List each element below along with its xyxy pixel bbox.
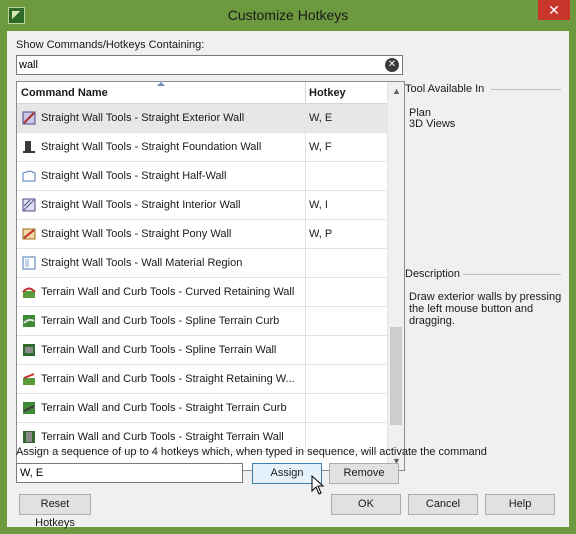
scroll-thumb[interactable] [390, 327, 402, 425]
command-name-cell: Terrain Wall and Curb Tools - Spline Ter… [41, 315, 280, 327]
column-header-hotkey[interactable]: Hotkey [309, 87, 346, 99]
table-row[interactable]: Straight Wall Tools - Straight Interior … [17, 191, 387, 220]
search-box[interactable]: ✕ [16, 55, 403, 75]
search-label: Show Commands/Hotkeys Containing: [16, 39, 205, 51]
column-divider [305, 307, 306, 336]
table-row[interactable]: Straight Wall Tools - Straight Pony Wall… [17, 220, 387, 249]
table-row[interactable]: Terrain Wall and Curb Tools - Spline Ter… [17, 336, 387, 365]
table-row[interactable]: Terrain Wall and Curb Tools - Spline Ter… [17, 307, 387, 336]
sort-ascending-icon [157, 82, 165, 86]
command-name-cell: Terrain Wall and Curb Tools - Straight T… [41, 402, 287, 414]
column-divider [305, 104, 306, 133]
assign-instruction: Assign a sequence of up to 4 hotkeys whi… [16, 446, 487, 458]
column-divider [305, 162, 306, 191]
column-divider [305, 191, 306, 220]
command-name-cell: Terrain Wall and Curb Tools - Straight R… [41, 373, 295, 385]
command-name-cell: Straight Wall Tools - Straight Foundatio… [41, 141, 262, 153]
tool-available-header: Tool Available In [405, 83, 485, 95]
pony-wall-icon [22, 228, 36, 240]
help-button[interactable]: Help [485, 494, 555, 515]
column-divider [305, 220, 306, 249]
table-row[interactable]: Straight Wall Tools - Straight Exterior … [17, 104, 387, 133]
straight-terrain-wall-icon [23, 431, 35, 443]
command-name-cell: Straight Wall Tools - Straight Half-Wall [41, 170, 227, 182]
column-header-command-name[interactable]: Command Name [21, 87, 108, 99]
command-name-cell: Straight Wall Tools - Straight Interior … [41, 199, 241, 211]
exterior-wall-icon [22, 111, 36, 125]
command-name-cell: Terrain Wall and Curb Tools - Spline Ter… [41, 344, 277, 356]
straight-terrain-curb-icon [23, 402, 35, 414]
column-divider [305, 394, 306, 423]
table-row[interactable]: Straight Wall Tools - Straight Half-Wall [17, 162, 387, 191]
hotkey-cell: W, P [309, 228, 333, 240]
straight-retaining-wall-icon [23, 373, 35, 385]
description-text-line: dragging. [409, 315, 455, 327]
table-row[interactable]: Terrain Wall and Curb Tools - Curved Ret… [17, 278, 387, 307]
divider-line [491, 89, 561, 90]
table-header: Command Name Hotkey [17, 82, 387, 104]
search-input[interactable] [19, 57, 379, 73]
wall-material-region-icon [22, 256, 36, 270]
remove-button[interactable]: Remove [329, 463, 399, 484]
foundation-wall-icon [23, 141, 35, 153]
curved-retaining-wall-icon [22, 287, 36, 298]
column-divider[interactable] [305, 82, 306, 104]
close-button[interactable]: ✕ [538, 0, 570, 20]
reset-hotkeys-button[interactable]: Reset Hotkeys [19, 494, 91, 529]
command-name-cell: Terrain Wall and Curb Tools - Straight T… [41, 431, 284, 443]
tool-available-3d-views: 3D Views [409, 118, 456, 130]
table-rows: Straight Wall Tools - Straight Exterior … [17, 104, 387, 452]
column-divider [305, 365, 306, 394]
description-header: Description [405, 268, 461, 280]
hotkey-cell: W, F [309, 141, 332, 153]
table-row[interactable]: Straight Wall Tools - Straight Foundatio… [17, 133, 387, 162]
column-divider [305, 336, 306, 365]
scroll-up-arrow-icon[interactable]: ▲ [392, 86, 401, 96]
column-divider [305, 278, 306, 307]
mouse-pointer-icon [311, 475, 325, 495]
dialog-window: Customize Hotkeys ✕ Show Commands/Hotkey… [0, 0, 576, 534]
commands-table: Command Name Hotkey Straight Wall Tools … [16, 81, 405, 471]
description-text-line: the left mouse button and [409, 303, 534, 315]
divider-line [463, 274, 561, 275]
clear-search-icon[interactable]: ✕ [385, 58, 399, 72]
interior-wall-icon [22, 198, 36, 212]
half-wall-icon [22, 170, 36, 182]
hotkey-cell: W, E [309, 112, 333, 124]
spline-terrain-curb-icon [23, 315, 35, 327]
hotkey-cell: W, I [309, 199, 328, 211]
table-row[interactable]: Terrain Wall and Curb Tools - Straight R… [17, 365, 387, 394]
table-row[interactable]: Straight Wall Tools - Wall Material Regi… [17, 249, 387, 278]
command-name-cell: Straight Wall Tools - Wall Material Regi… [41, 257, 243, 269]
column-divider [305, 133, 306, 162]
title-bar[interactable]: Customize Hotkeys ✕ [0, 0, 576, 31]
command-name-cell: Terrain Wall and Curb Tools - Curved Ret… [41, 286, 295, 298]
dialog-body: Show Commands/Hotkeys Containing: ✕ Comm… [7, 31, 569, 529]
window-title: Customize Hotkeys [227, 7, 349, 23]
command-name-cell: Straight Wall Tools - Straight Pony Wall [41, 228, 232, 240]
vertical-scrollbar[interactable]: ▲ ▼ [387, 82, 404, 470]
column-divider [305, 249, 306, 278]
spline-terrain-wall-icon [23, 344, 35, 356]
cancel-button[interactable]: Cancel [408, 494, 478, 515]
command-name-cell: Straight Wall Tools - Straight Exterior … [41, 112, 245, 124]
description-text-line: Draw exterior walls by pressing [409, 291, 562, 303]
ok-button[interactable]: OK [331, 494, 401, 515]
table-row[interactable]: Terrain Wall and Curb Tools - Straight T… [17, 394, 387, 423]
hotkey-sequence-input[interactable] [16, 463, 243, 483]
